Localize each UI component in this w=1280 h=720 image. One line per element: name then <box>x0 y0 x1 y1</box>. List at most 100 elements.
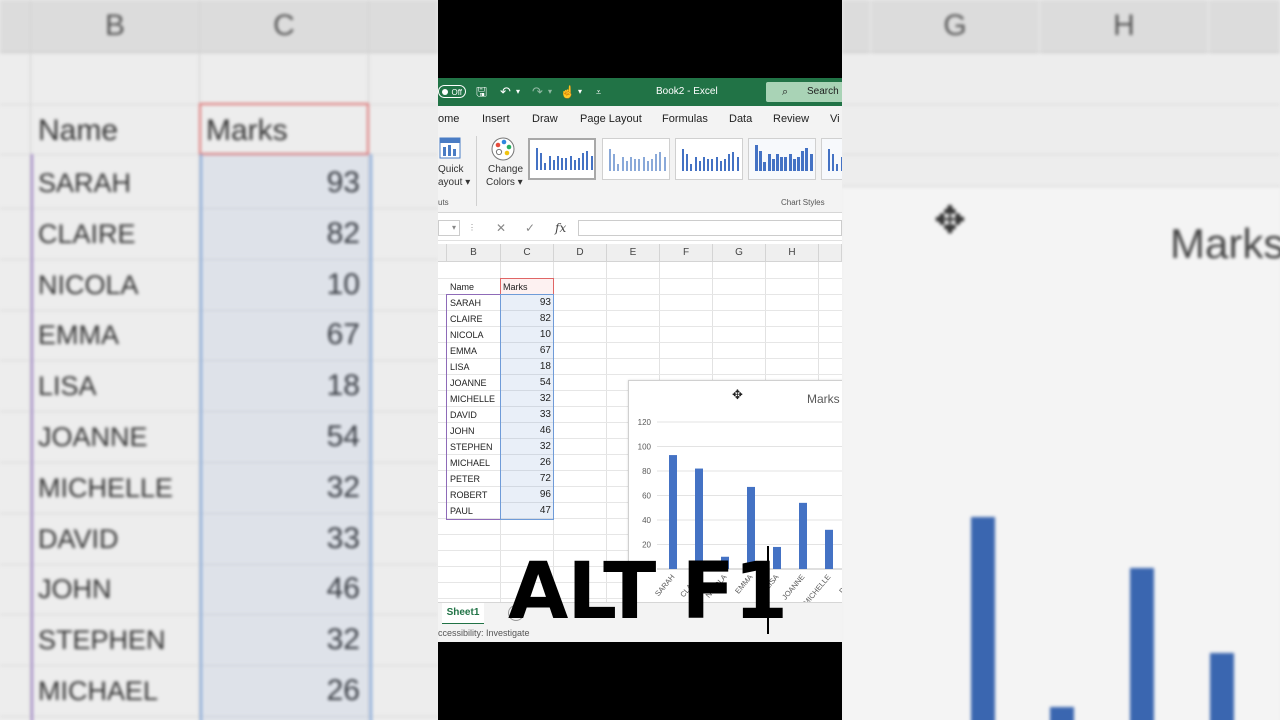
formula-bar-splitter[interactable]: ⋮ <box>468 216 476 240</box>
quick-layout-label: Quick <box>438 164 464 175</box>
name-cell[interactable]: JOHN <box>450 423 475 439</box>
chart-style-mini-bar <box>711 159 714 171</box>
chart-style-thumbnail[interactable] <box>602 138 670 180</box>
chart-style-mini-bar <box>557 155 559 170</box>
x-category-label: DAVID <box>837 572 842 595</box>
tab-formulas[interactable]: Formulas <box>662 106 708 132</box>
tab-data[interactable]: Data <box>729 106 752 132</box>
bg-marks-selection <box>200 154 372 720</box>
marks-cell[interactable]: 67 <box>502 343 551 359</box>
y-tick-label: 120 <box>638 418 652 427</box>
chart-styles-group-label: Chart Styles <box>781 198 825 207</box>
name-cell[interactable]: EMMA <box>450 343 477 359</box>
y-tick-label: 80 <box>642 467 651 476</box>
cancel-icon[interactable]: ✕ <box>496 216 506 240</box>
bg-header-marks: Marks <box>206 114 288 147</box>
chart-style-mini-bar <box>736 156 739 171</box>
quick-layout-icon <box>439 137 461 159</box>
redo-dropdown-icon[interactable]: ▾ <box>548 78 552 106</box>
chart-style-thumbnail[interactable] <box>528 138 596 180</box>
layouts-group-label: uts <box>438 198 449 207</box>
col-header-i[interactable] <box>819 244 842 262</box>
background-zoom-right: G H ✥ Marks <box>842 0 1280 720</box>
col-header-h[interactable]: H <box>766 244 819 262</box>
background-right-content: G H ✥ Marks <box>842 0 1280 720</box>
marks-cell[interactable]: 82 <box>502 311 551 327</box>
marks-cell[interactable]: 32 <box>502 391 551 407</box>
chart-style-mini-bar <box>776 153 779 171</box>
tab-review[interactable]: Review <box>773 106 809 132</box>
chart-style-mini-bar <box>809 153 813 171</box>
name-cell[interactable]: LISA <box>450 359 470 375</box>
insert-function-icon[interactable]: fx <box>555 216 566 240</box>
marks-cell[interactable]: 72 <box>502 471 551 487</box>
change-colors-label: Change <box>488 164 524 175</box>
chart-style-mini-bar <box>586 150 589 170</box>
search-box[interactable]: ⌕ Search <box>766 82 842 102</box>
confirm-icon[interactable]: ✓ <box>525 216 535 240</box>
col-header-g[interactable]: G <box>713 244 766 262</box>
chart-style-mini-bar <box>561 158 564 170</box>
marks-cell[interactable]: 93 <box>502 295 551 311</box>
chart-style-mini-bar <box>771 159 775 171</box>
col-header-b[interactable]: B <box>447 244 501 262</box>
tab-view[interactable]: Vi <box>830 106 840 132</box>
undo-dropdown-icon[interactable]: ▾ <box>516 78 520 106</box>
touch-dropdown-icon[interactable]: ▾ <box>578 78 582 106</box>
quick-layout-button[interactable]: Quick ayout ▾ <box>438 134 476 194</box>
undo-icon[interactable]: ↶ <box>500 78 511 106</box>
y-tick-label: 40 <box>642 516 651 525</box>
name-cell[interactable]: SARAH <box>450 295 481 311</box>
col-header-c[interactable]: C <box>501 244 554 262</box>
tab-insert[interactable]: Insert <box>482 106 510 132</box>
col-header-d[interactable]: D <box>554 244 607 262</box>
gridline <box>438 278 842 279</box>
name-cell[interactable]: NICOLA <box>450 327 484 343</box>
name-cell[interactable]: ROBERT <box>450 487 487 503</box>
marks-cell[interactable]: 26 <box>502 455 551 471</box>
name-cell[interactable]: MICHELLE <box>450 391 495 407</box>
change-colors-button[interactable]: Change Colors ▾ <box>482 134 524 194</box>
chart-style-mini-bar <box>832 154 835 171</box>
customize-qat-icon[interactable]: ⩡ <box>596 78 601 106</box>
col-header-f[interactable]: F <box>660 244 713 262</box>
chart-style-mini-bar <box>784 156 788 171</box>
tab-draw[interactable]: Draw <box>532 106 558 132</box>
marks-cell[interactable]: 46 <box>502 423 551 439</box>
autosave-toggle[interactable]: Off <box>438 85 466 98</box>
name-cell[interactable]: STEPHEN <box>450 439 493 455</box>
col-header-a[interactable] <box>438 244 447 262</box>
bg-gridline <box>842 104 1280 105</box>
marks-cell[interactable]: 96 <box>502 487 551 503</box>
chart-style-mini-bar <box>548 155 551 170</box>
header-name-cell[interactable]: Name <box>450 279 474 295</box>
save-icon[interactable]: 🖫 <box>476 78 487 106</box>
marks-cell[interactable]: 10 <box>502 327 551 343</box>
name-cell[interactable]: PAUL <box>450 503 473 519</box>
marks-cell[interactable]: 47 <box>502 503 551 519</box>
name-box[interactable]: ▾ <box>438 220 460 236</box>
header-marks-cell[interactable]: Marks <box>503 279 528 295</box>
formula-input[interactable] <box>578 220 842 236</box>
chart-style-thumbnail[interactable] <box>675 138 743 180</box>
chart-style-thumbnail[interactable] <box>821 138 842 180</box>
marks-cell[interactable]: 33 <box>502 407 551 423</box>
marks-cell[interactable]: 18 <box>502 359 551 375</box>
name-cell[interactable]: JOANNE <box>450 375 487 391</box>
touch-mode-icon[interactable]: ☝ <box>560 78 575 106</box>
name-cell[interactable]: PETER <box>450 471 480 487</box>
name-cell[interactable]: CLAIRE <box>450 311 483 327</box>
redo-icon[interactable]: ↷ <box>532 78 543 106</box>
tab-page-layout[interactable]: Page Layout <box>580 106 642 132</box>
marks-cell[interactable]: 54 <box>502 375 551 391</box>
name-cell[interactable]: DAVID <box>450 407 477 423</box>
chart-style-mini-bar <box>719 161 722 171</box>
name-cell[interactable]: MICHAEL <box>450 455 490 471</box>
col-header-e[interactable]: E <box>607 244 660 262</box>
tab-home[interactable]: ome <box>438 106 459 132</box>
background-left-content: B C SARAH 93 CLAIRE 82 NICOLA 10 EMMA 67 LISA 18 J… <box>0 0 438 720</box>
sheet-tab-sheet1[interactable]: Sheet1 <box>442 603 484 625</box>
chart-style-thumbnail[interactable] <box>748 138 816 180</box>
chart-title: Marks <box>807 392 840 406</box>
marks-cell[interactable]: 32 <box>502 439 551 455</box>
